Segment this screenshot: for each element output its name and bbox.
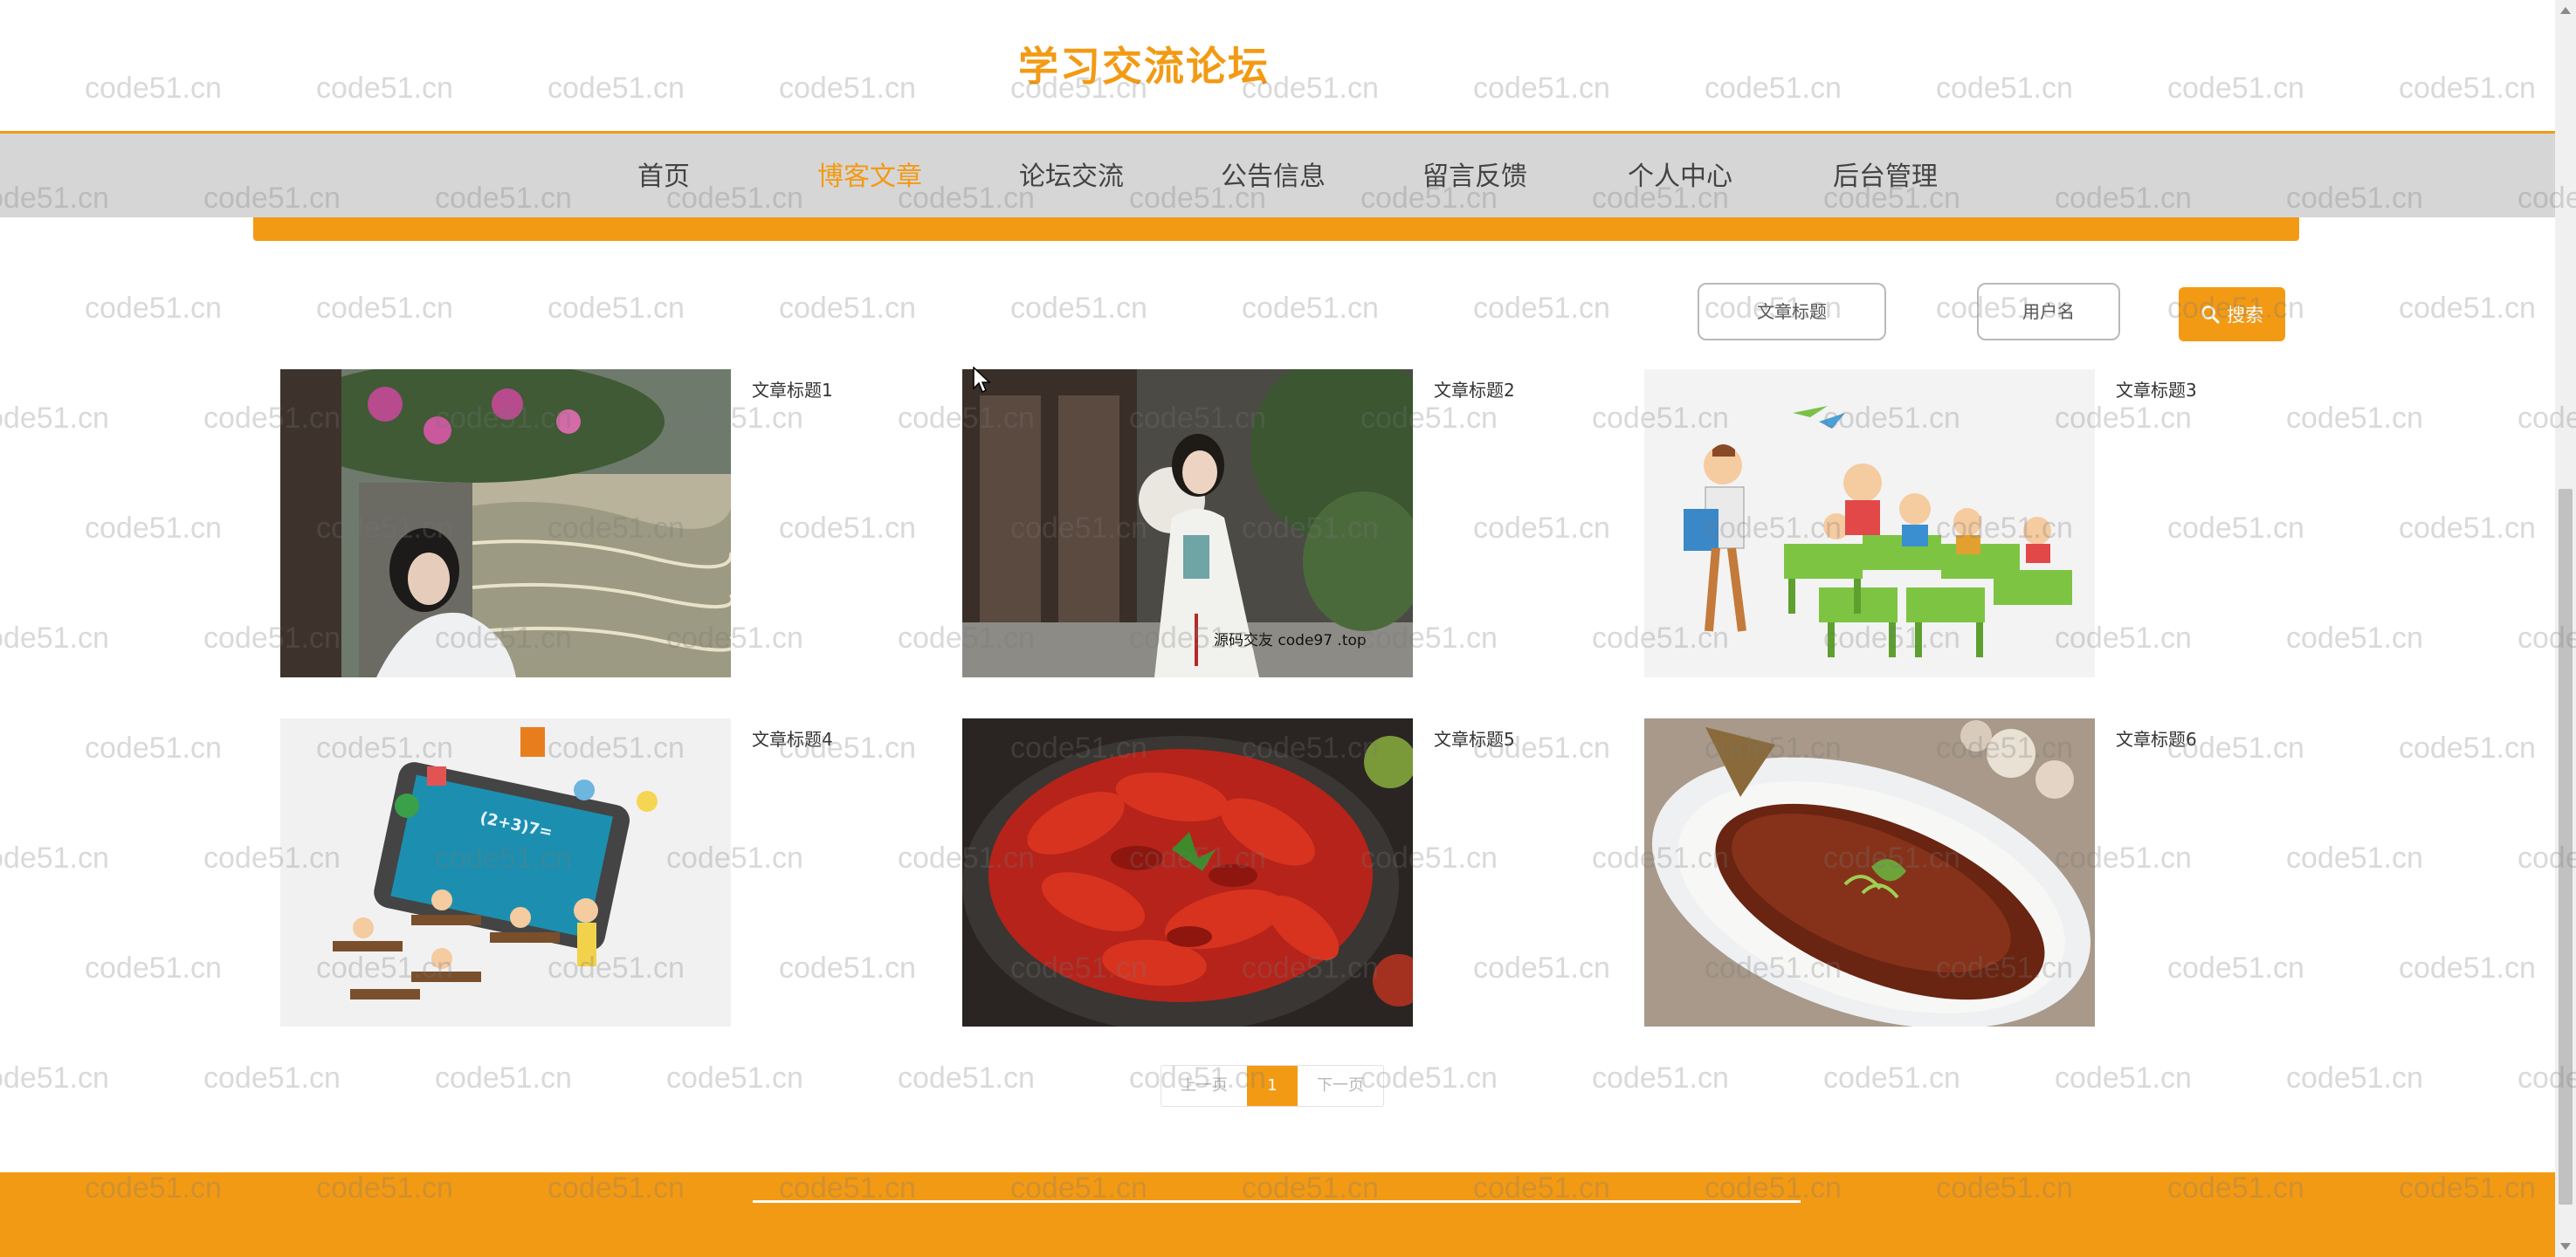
nav-item-personal-center[interactable]: 个人中心 bbox=[1628, 155, 1732, 193]
scroll-down-arrow-icon[interactable] bbox=[2560, 1243, 2571, 1250]
watermark-text: code51.cn bbox=[435, 1061, 572, 1095]
username-search-input[interactable] bbox=[1977, 283, 2120, 340]
article-card: 文章标题3 bbox=[1644, 369, 2325, 679]
article-image[interactable] bbox=[1644, 718, 2095, 1027]
nav-item-admin[interactable]: 后台管理 bbox=[1833, 155, 1938, 193]
article-title-search-input[interactable] bbox=[1698, 283, 1886, 340]
watermark-text: code51.cn bbox=[85, 292, 222, 325]
watermark-text: code51.cn bbox=[1242, 292, 1379, 325]
watermark-text: code51.cn bbox=[779, 72, 916, 105]
mouse-pointer-icon bbox=[973, 366, 992, 398]
watermark-text: code51.cn bbox=[85, 732, 222, 765]
nav-item-home[interactable]: 首页 bbox=[637, 155, 690, 193]
nav-item-announcements[interactable]: 公告信息 bbox=[1221, 155, 1326, 193]
watermark-text: code51.cn bbox=[203, 1061, 341, 1095]
watermark-text: code51.cn bbox=[2399, 732, 2536, 765]
page-scrollbar[interactable] bbox=[2555, 0, 2576, 1257]
footer bbox=[0, 1172, 2576, 1257]
site-title: 学习交流论坛 bbox=[1018, 43, 1270, 90]
article-title[interactable]: 文章标题2 bbox=[1434, 376, 1515, 402]
watermark-text: code51.cn bbox=[898, 1061, 1035, 1095]
watermark-text: code51.cn bbox=[2399, 72, 2536, 105]
watermark-text: code51.cn bbox=[666, 1061, 803, 1095]
article-card: 文章标题1 bbox=[280, 369, 961, 679]
watermark-text: code51.cn bbox=[1010, 292, 1147, 325]
article-image[interactable] bbox=[962, 718, 1413, 1027]
watermark-text: code51.cn bbox=[1473, 292, 1610, 325]
article-title[interactable]: 文章标题4 bbox=[752, 725, 833, 751]
watermark-text: code51.cn bbox=[1823, 1061, 1960, 1095]
article-card: 文章标题5 bbox=[962, 718, 1643, 1028]
article-card: 源码交友 code97 .top 文章标题2 bbox=[962, 369, 1643, 679]
nav-item-forum[interactable]: 论坛交流 bbox=[1019, 155, 1124, 193]
page: 学习交流论坛 首页 博客文章 论坛交流 公告信息 留言反馈 个人中心 后台管理 … bbox=[0, 0, 2576, 1257]
pagination: 上一页 1 下一页 bbox=[1161, 1065, 1384, 1107]
article-card: (2+3)7= 文章标题4 bbox=[280, 718, 961, 1028]
watermark-text: code51.cn bbox=[2399, 292, 2536, 325]
watermark-text: code51.cn bbox=[2055, 1061, 2192, 1095]
nav-item-feedback[interactable]: 留言反馈 bbox=[1422, 155, 1527, 193]
scrollbar-thumb[interactable] bbox=[2559, 489, 2573, 1205]
watermark-text: code51.cn bbox=[779, 292, 916, 325]
footer-divider bbox=[753, 1200, 1801, 1203]
search-button-label: 搜索 bbox=[2227, 305, 2263, 326]
article-title[interactable]: 文章标题5 bbox=[1434, 725, 1515, 751]
watermark-text: code51.cn bbox=[316, 72, 453, 105]
search-icon bbox=[2201, 305, 2220, 324]
content-top-strip bbox=[253, 217, 2299, 241]
watermark-text: code51.cn bbox=[1936, 72, 2073, 105]
article-image[interactable] bbox=[1644, 369, 2095, 677]
article-image[interactable]: 源码交友 code97 .top bbox=[962, 369, 1413, 677]
watermark-text: code51.cn bbox=[2399, 951, 2536, 985]
article-title[interactable]: 文章标题6 bbox=[2116, 725, 2197, 751]
search-button[interactable]: 搜索 bbox=[2179, 287, 2285, 341]
article-image[interactable]: (2+3)7= bbox=[280, 718, 731, 1027]
watermark-text: code51.cn bbox=[0, 402, 109, 435]
watermark-text: code51.cn bbox=[85, 951, 222, 985]
watermark-text: code51.cn bbox=[316, 292, 453, 325]
article-image[interactable] bbox=[280, 369, 731, 677]
main-nav: 首页 博客文章 论坛交流 公告信息 留言反馈 个人中心 后台管理 bbox=[0, 134, 2576, 217]
watermark-text: code51.cn bbox=[85, 72, 222, 105]
watermark-text: code51.cn bbox=[1473, 72, 1610, 105]
watermark-text: code51.cn bbox=[2286, 1061, 2423, 1095]
watermark-text: code51.cn bbox=[548, 72, 685, 105]
nav-item-blog-articles[interactable]: 博客文章 bbox=[817, 155, 922, 193]
next-page-button[interactable]: 下一页 bbox=[1298, 1066, 1383, 1106]
article-title[interactable]: 文章标题3 bbox=[2116, 376, 2197, 402]
watermark-text: code51.cn bbox=[1592, 1061, 1729, 1095]
prev-page-button[interactable]: 上一页 bbox=[1161, 1066, 1247, 1106]
watermark-text: code51.cn bbox=[0, 622, 109, 655]
watermark-text: code51.cn bbox=[2399, 512, 2536, 545]
watermark-text: code51.cn bbox=[548, 292, 685, 325]
image-caption: 源码交友 code97 .top bbox=[1214, 632, 1367, 649]
watermark-text: code51.cn bbox=[1705, 72, 1842, 105]
watermark-text: code51.cn bbox=[0, 1061, 109, 1095]
page-number-current[interactable]: 1 bbox=[1247, 1066, 1298, 1106]
watermark-text: code51.cn bbox=[0, 841, 109, 875]
watermark-text: code51.cn bbox=[2167, 72, 2304, 105]
article-card: 文章标题6 bbox=[1644, 718, 2325, 1028]
article-title[interactable]: 文章标题1 bbox=[752, 376, 833, 402]
scroll-up-arrow-icon[interactable] bbox=[2560, 7, 2571, 14]
watermark-text: code51.cn bbox=[85, 512, 222, 545]
